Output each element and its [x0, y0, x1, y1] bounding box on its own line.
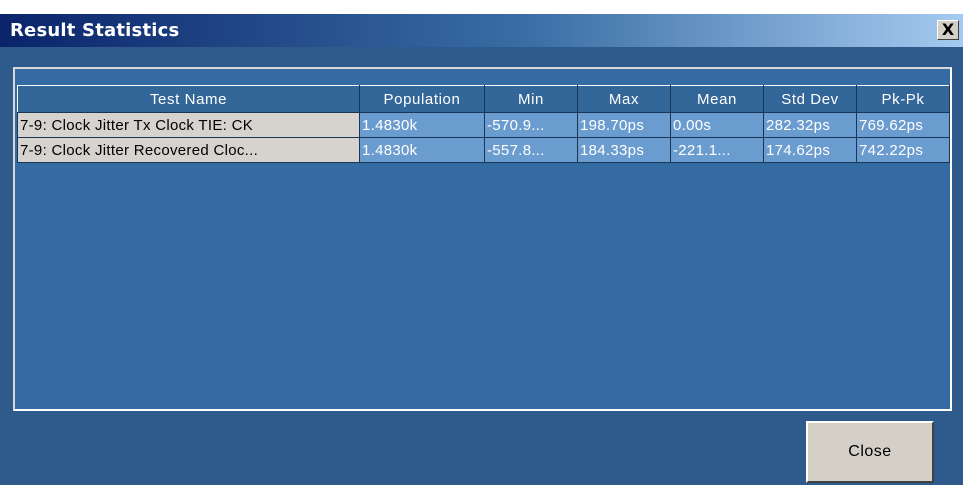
table-row[interactable]: 7-9: Clock Jitter Recovered Cloc... 1.48…	[17, 137, 950, 163]
column-header-pk-pk[interactable]: Pk-Pk	[856, 85, 950, 113]
column-header-min[interactable]: Min	[484, 85, 578, 113]
mean-cell: 0.00s	[670, 112, 764, 138]
result-statistics-window: Result Statistics X Test Name Population…	[0, 0, 963, 485]
population-cell: 1.4830k	[359, 137, 485, 163]
column-header-std-dev[interactable]: Std Dev	[763, 85, 857, 113]
table-row[interactable]: 7-9: Clock Jitter Tx Clock TIE: CK 1.483…	[17, 112, 950, 138]
min-cell: -557.8...	[484, 137, 578, 163]
population-cell: 1.4830k	[359, 112, 485, 138]
column-header-mean[interactable]: Mean	[670, 85, 764, 113]
window-title: Result Statistics	[10, 20, 180, 41]
column-header-max[interactable]: Max	[577, 85, 671, 113]
top-strip	[0, 0, 963, 14]
mean-cell: -221.1...	[670, 137, 764, 163]
min-cell: -570.9...	[484, 112, 578, 138]
max-cell: 198.70ps	[577, 112, 671, 138]
close-button[interactable]: Close	[806, 421, 934, 483]
results-grid: Test Name Population Min Max Mean Std De…	[13, 67, 952, 411]
pk-pk-cell: 769.62ps	[856, 112, 950, 138]
column-header-population[interactable]: Population	[359, 85, 485, 113]
std-dev-cell: 282.32ps	[763, 112, 857, 138]
table-header-row: Test Name Population Min Max Mean Std De…	[17, 85, 950, 113]
max-cell: 184.33ps	[577, 137, 671, 163]
test-name-cell[interactable]: 7-9: Clock Jitter Tx Clock TIE: CK	[17, 112, 360, 138]
statistics-table: Test Name Population Min Max Mean Std De…	[17, 85, 950, 163]
column-header-test-name[interactable]: Test Name	[17, 85, 360, 113]
title-bar[interactable]: Result Statistics X	[0, 14, 963, 47]
std-dev-cell: 174.62ps	[763, 137, 857, 163]
pk-pk-cell: 742.22ps	[856, 137, 950, 163]
close-window-icon[interactable]: X	[937, 20, 959, 40]
test-name-cell[interactable]: 7-9: Clock Jitter Recovered Cloc...	[17, 137, 360, 163]
